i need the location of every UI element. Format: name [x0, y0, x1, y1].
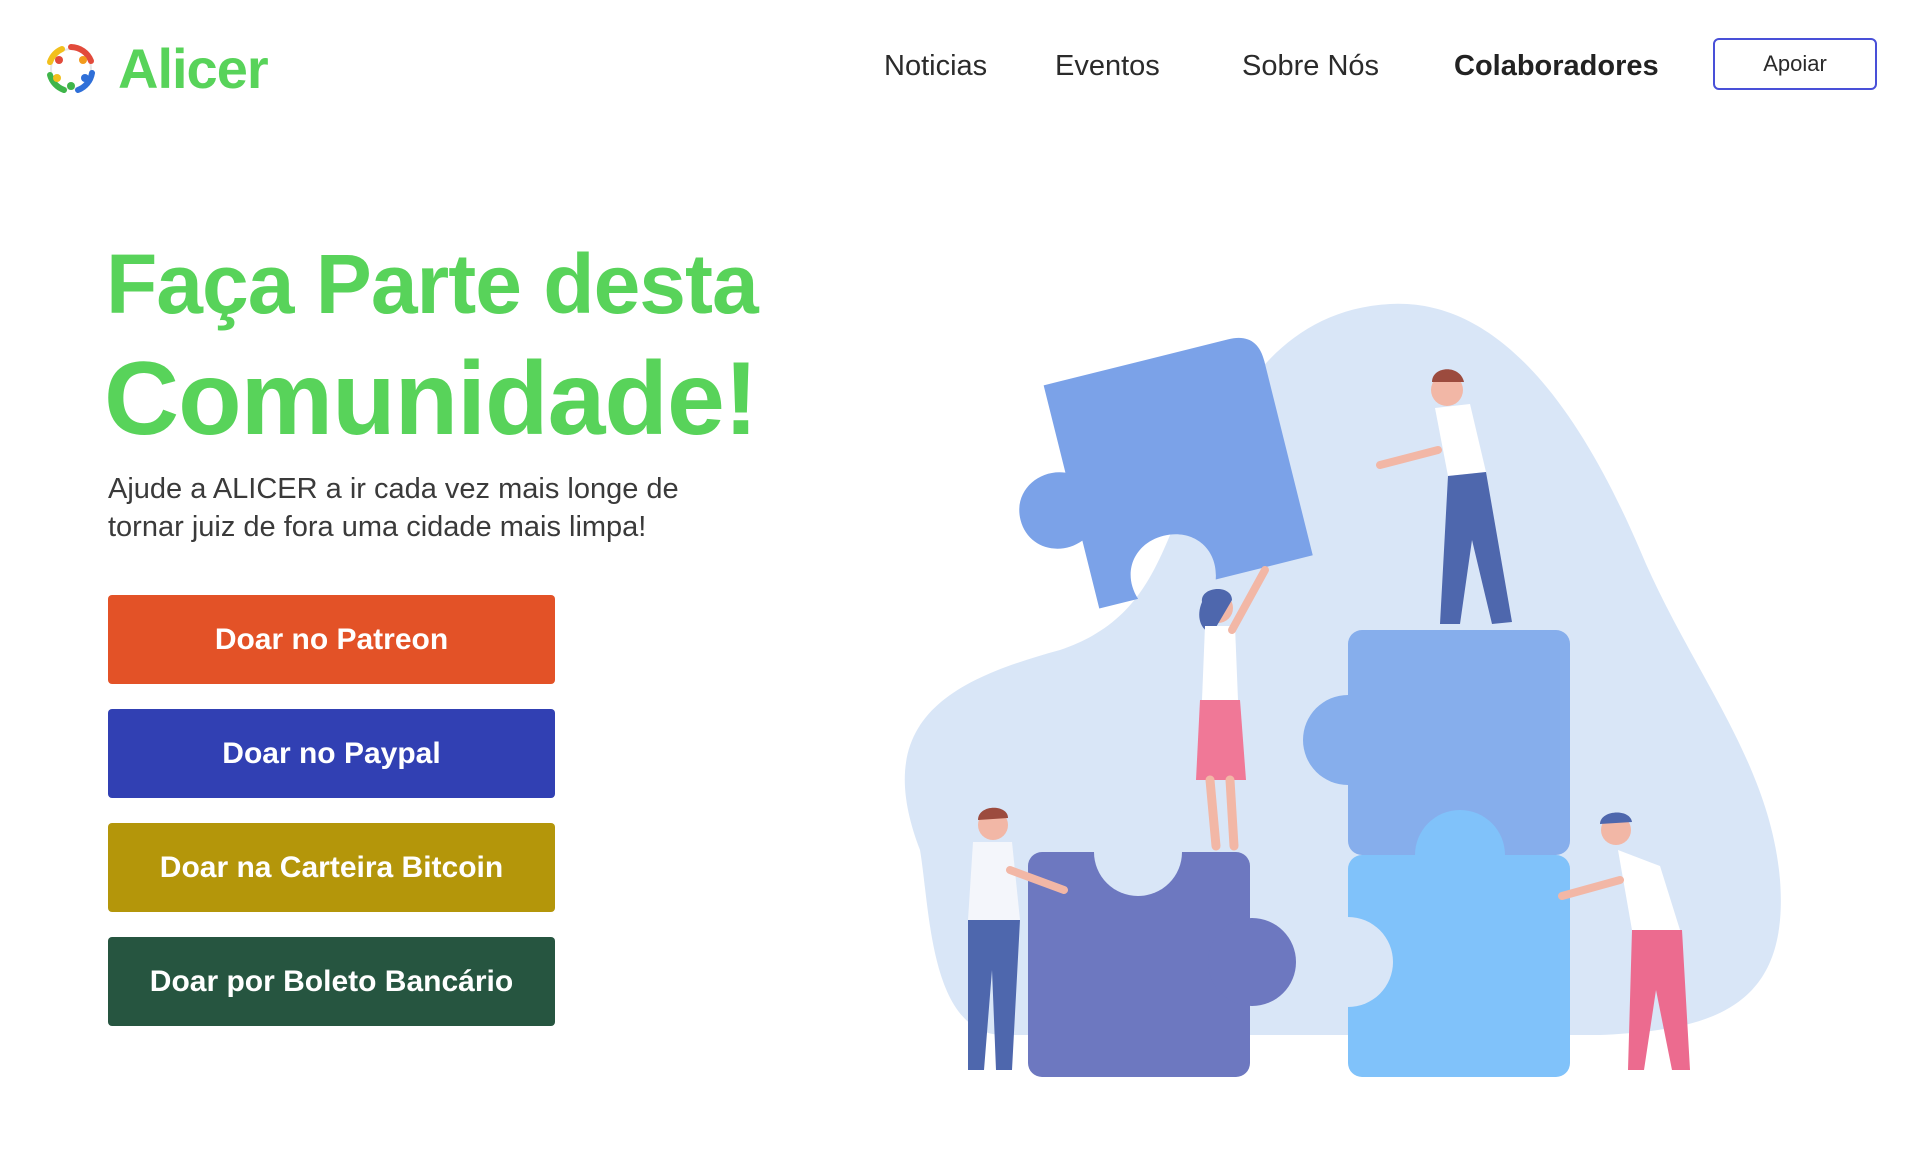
brand-name: Alicer: [118, 37, 269, 100]
hero-subtitle-line1: Ajude a ALICER a ir cada vez mais longe …: [108, 473, 679, 505]
nav-link-eventos[interactable]: Eventos: [1055, 38, 1160, 94]
header: Alicer Noticias Eventos Sobre Nós Colabo…: [0, 0, 1920, 130]
hero-title-line2: Comunidade!: [104, 341, 758, 457]
donate-bitcoin-button[interactable]: Doar na Carteira Bitcoin: [108, 823, 555, 912]
donate-paypal-button[interactable]: Doar no Paypal: [108, 709, 555, 798]
hero-subtitle-line2: tornar juiz de fora uma cidade mais limp…: [108, 511, 647, 543]
donate-patreon-button[interactable]: Doar no Patreon: [108, 595, 555, 684]
hero-subtitle: Ajude a ALICER a ir cada vez mais longe …: [108, 470, 708, 546]
nav-link-colaboradores[interactable]: Colaboradores: [1454, 38, 1659, 94]
nav-link-sobre-nos[interactable]: Sobre Nós: [1242, 38, 1379, 94]
hero-title-line1: Faça Parte desta: [106, 237, 759, 331]
puzzle-team-illustration: [904, 303, 1781, 1077]
logo[interactable]: Alicer: [42, 36, 269, 101]
donate-boleto-button[interactable]: Doar por Boleto Bancário: [108, 937, 555, 1026]
nav-link-noticias[interactable]: Noticias: [884, 38, 987, 94]
apoiar-button[interactable]: Apoiar: [1713, 38, 1877, 90]
page: Alicer Noticias Eventos Sobre Nós Colabo…: [0, 0, 1920, 1169]
community-logo-icon: [47, 43, 95, 93]
